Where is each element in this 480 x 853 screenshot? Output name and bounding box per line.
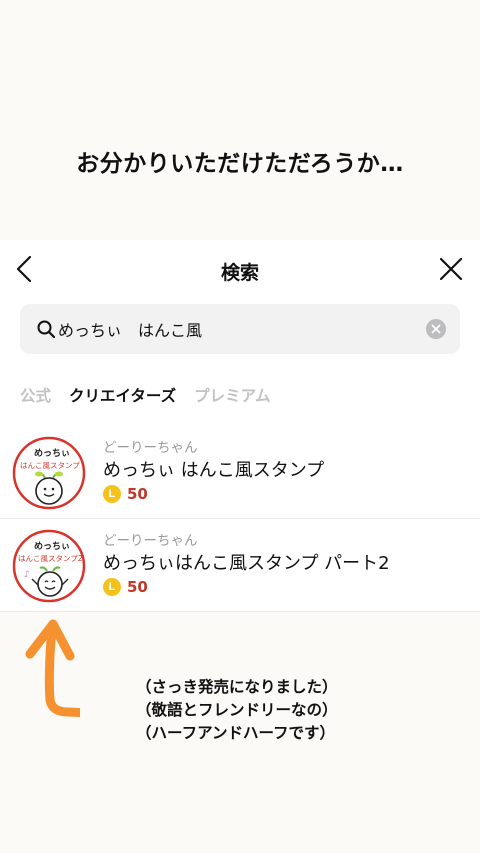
clear-icon (431, 324, 441, 334)
search-bar[interactable] (20, 304, 460, 354)
price: L 50 (103, 484, 148, 504)
annotation-notes: （さっき発売になりました） （敬語とフレンドリーなの） （ハーフアンドハーフです… (136, 676, 338, 745)
tab-premium[interactable]: プレミアム (194, 384, 270, 406)
coin-icon: L (103, 578, 121, 596)
caption-text: お分かりいただけただろうか… (76, 151, 404, 177)
close-icon (439, 257, 463, 281)
caption-area: お分かりいただけただろうか… (0, 0, 480, 240)
creator-name: どーりーちゃん (103, 440, 198, 456)
header: 検索 (0, 240, 480, 296)
price: L 50 (103, 577, 148, 597)
thumb-title-2: はんこ風スタンプ (20, 461, 80, 470)
tab-official[interactable]: 公式 (20, 384, 51, 406)
page-title: 検索 (220, 262, 259, 284)
tab-creators[interactable]: クリエイターズ (69, 384, 176, 406)
category-tabs: 公式 クリエイターズ プレミアム (20, 384, 271, 406)
list-item[interactable]: めっちぃ はんこ風スタンプ2 ♪ どーりーちゃん めっちぃはんこ風スタンプ パー… (0, 519, 480, 612)
price-value: 50 (127, 578, 148, 596)
clear-search-button[interactable] (426, 319, 446, 339)
thumb-title-2: はんこ風スタンプ2 (18, 554, 83, 563)
note-line: （敬語とフレンドリーなの） (136, 701, 338, 719)
price-value: 50 (127, 485, 148, 503)
note-line: （さっき発売になりました） (136, 678, 338, 696)
thumb-title-1: めっちぃ (34, 448, 70, 459)
creator-name: どーりーちゃん (103, 533, 198, 549)
search-input[interactable] (58, 315, 398, 343)
sticker-name: めっちぃ はんこ風スタンプ (103, 460, 325, 481)
close-button[interactable] (434, 252, 468, 286)
result-list: めっちぃ はんこ風スタンプ どーりーちゃん めっちぃ はんこ風スタンプ L 50… (0, 426, 480, 612)
list-item[interactable]: めっちぃ はんこ風スタンプ どーりーちゃん めっちぃ はんこ風スタンプ L 50 (0, 426, 480, 519)
sticker-name: めっちぃはんこ風スタンプ パート2 (103, 553, 390, 574)
search-icon (37, 320, 56, 339)
thumb-title-1: めっちぃ (34, 541, 70, 552)
up-arrow-icon (25, 619, 80, 718)
search-panel: 検索 公式 クリエイターズ プレミアム めっちぃ (0, 240, 480, 612)
note-line: （ハーフアンドハーフです） (136, 724, 336, 742)
svg-text:♪: ♪ (24, 570, 30, 580)
coin-icon: L (103, 485, 121, 503)
sticker-thumbnail: めっちぃ はんこ風スタンプ2 ♪ (12, 529, 86, 603)
sticker-thumbnail: めっちぃ はんこ風スタンプ (12, 436, 86, 510)
